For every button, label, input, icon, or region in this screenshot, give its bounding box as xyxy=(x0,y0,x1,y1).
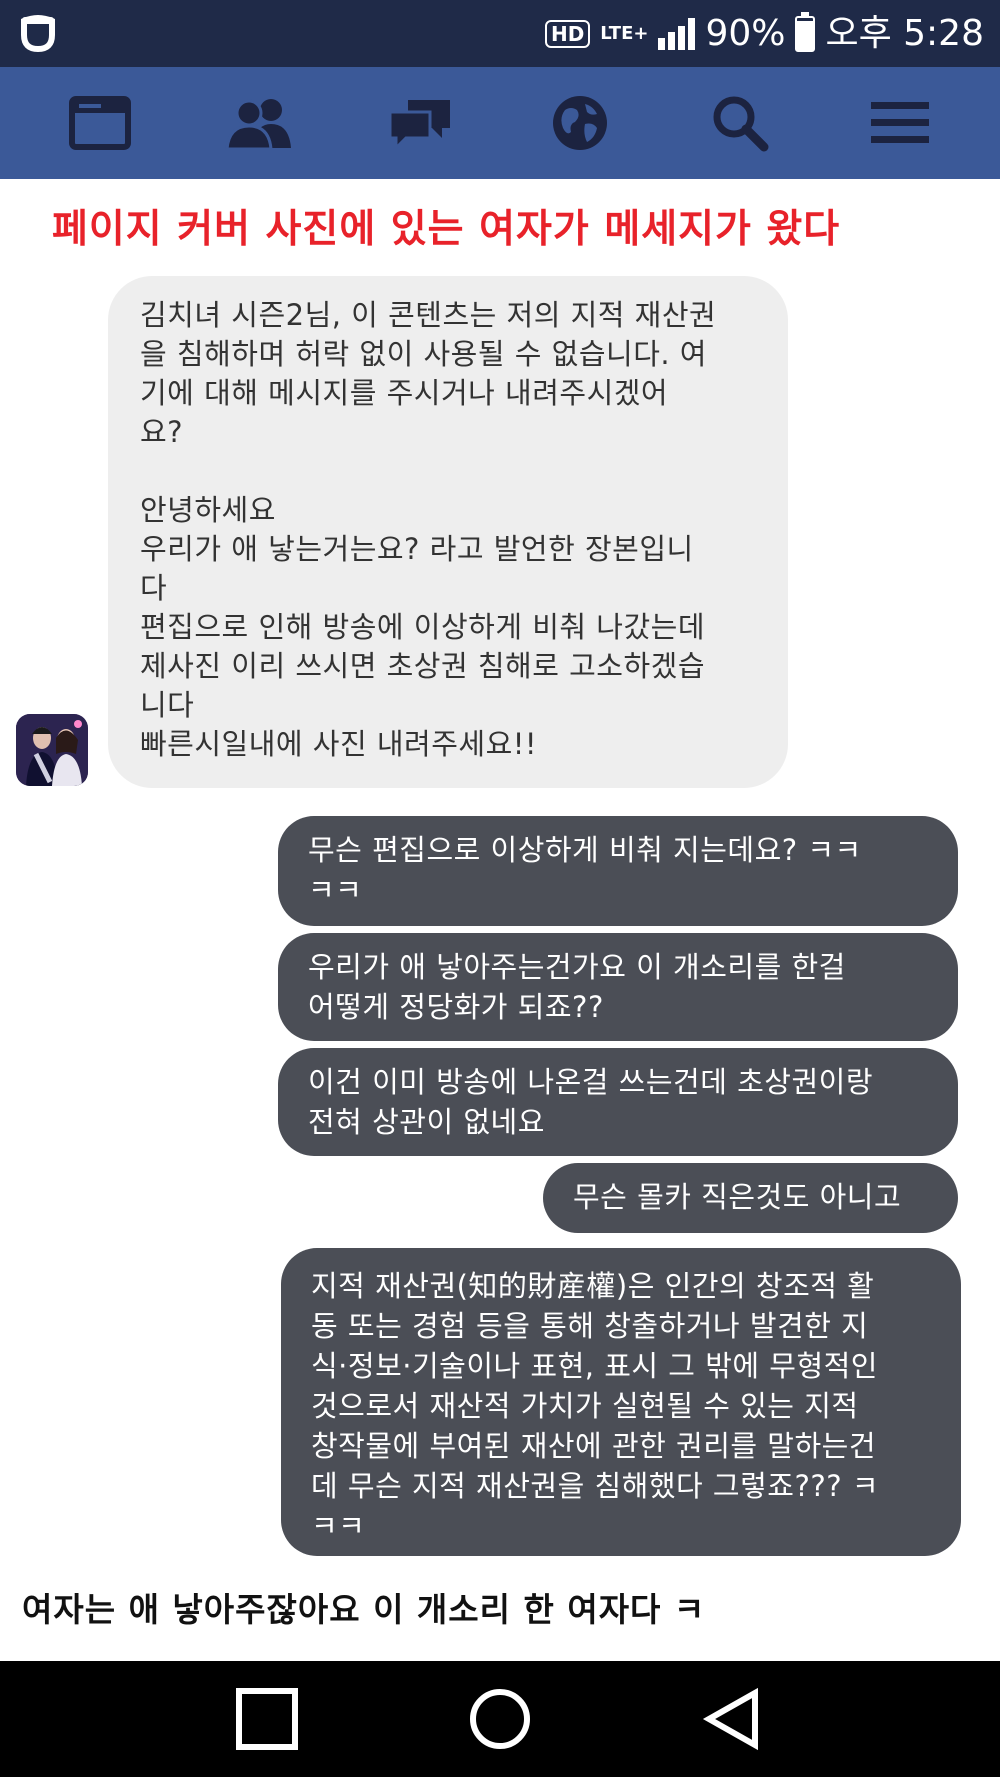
android-nav-bar xyxy=(0,1661,1000,1777)
message-text: 이건 이미 방송에 나온걸 쓰는건데 초상권이랑 전혀 상관이 없네요 xyxy=(308,1065,874,1139)
menu-icon xyxy=(871,102,929,143)
clock: 오후 5:28 xyxy=(825,13,984,54)
message-text: 무슨 몰카 직은것도 아니고 xyxy=(573,1180,902,1214)
back-icon xyxy=(703,1687,759,1751)
app-logo-icon xyxy=(21,15,55,53)
message-text: 지적 재산권(知的財産權)은 인간의 창조적 활 동 또는 경험 등을 통해 창… xyxy=(311,1269,880,1543)
message-text: 김치녀 시즌2님, 이 콘텐츠는 저의 지적 재산권 을 침해하며 허락 없이 … xyxy=(140,298,717,761)
outgoing-message-bubble[interactable]: 우리가 애 낳아주는건가요 이 개소리를 한걸 어떻게 정당화가 되죠?? xyxy=(278,933,958,1041)
incoming-message-bubble[interactable]: 김치녀 시즌2님, 이 콘텐츠는 저의 지적 재산권 을 침해하며 허락 없이 … xyxy=(108,276,788,788)
nav-messages[interactable] xyxy=(375,88,465,158)
avatar-photo xyxy=(16,714,88,786)
top-nav-bar xyxy=(0,67,1000,179)
avatar[interactable] xyxy=(16,714,88,786)
battery-icon xyxy=(795,11,816,52)
nav-friends[interactable] xyxy=(215,88,305,158)
nav-notifications[interactable] xyxy=(535,88,625,158)
hd-voice-icon: HD xyxy=(544,19,591,48)
friends-icon xyxy=(225,99,291,150)
nav-search[interactable] xyxy=(695,88,785,158)
nav-news-feed[interactable] xyxy=(55,88,145,158)
home-icon xyxy=(469,1689,530,1749)
outgoing-message-bubble[interactable]: 지적 재산권(知的財産權)은 인간의 창조적 활 동 또는 경험 등을 통해 창… xyxy=(281,1248,961,1556)
outgoing-message-bubble[interactable]: 무슨 몰카 직은것도 아니고 xyxy=(543,1163,958,1233)
outgoing-message-bubble[interactable]: 이건 이미 방송에 나온걸 쓰는건데 초상권이랑 전혀 상관이 없네요 xyxy=(278,1048,958,1156)
notifications-globe-icon xyxy=(553,96,607,150)
lte-icon: LTE+ xyxy=(600,22,649,44)
status-bar: HD LTE+ 90% 오후 5:28 xyxy=(0,0,1000,67)
status-indicators: HD LTE+ 90% 오후 5:28 xyxy=(544,0,984,67)
news-feed-icon xyxy=(69,96,131,150)
outgoing-message-bubble[interactable]: 무슨 편집으로 이상하게 비춰 지는데요? ㅋㅋ ㅋㅋ xyxy=(278,816,958,926)
home-button[interactable] xyxy=(455,1674,545,1764)
recent-apps-button[interactable] xyxy=(222,1674,312,1764)
battery-fill xyxy=(797,20,814,50)
search-icon xyxy=(713,96,769,152)
page-title: 페이지 커버 사진에 있는 여자가 메세지가 왔다 xyxy=(52,207,841,252)
message-text: 우리가 애 낳아주는건가요 이 개소리를 한걸 어떻게 정당화가 되죠?? xyxy=(308,950,846,1024)
caption-text: 여자는 애 낳아주잖아요 이 개소리 한 여자다 ㅋ xyxy=(22,1590,706,1629)
recent-apps-icon xyxy=(235,1688,298,1750)
battery-percent: 90% xyxy=(705,13,786,54)
message-text: 무슨 편집으로 이상하게 비춰 지는데요? ㅋㅋ ㅋㅋ xyxy=(308,833,862,907)
back-button[interactable] xyxy=(688,1674,778,1764)
nav-menu[interactable] xyxy=(855,88,945,158)
messages-icon xyxy=(388,100,450,150)
signal-icon xyxy=(658,17,696,50)
